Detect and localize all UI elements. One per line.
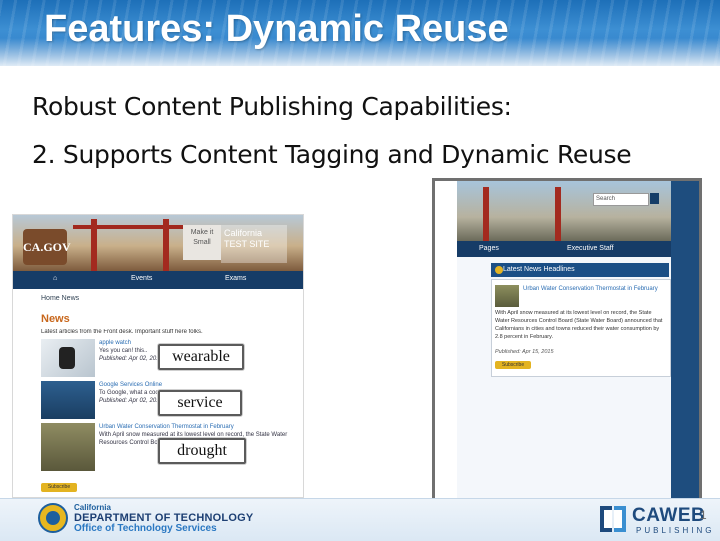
tag-label-service: service bbox=[158, 390, 242, 416]
title-banner: Features: Dynamic Reuse bbox=[0, 0, 720, 66]
tag-label-wearable: wearable bbox=[158, 344, 244, 370]
site-name: California TEST SITE bbox=[221, 225, 287, 263]
bridge-tower bbox=[555, 187, 561, 241]
caweb-brand: CAWEB bbox=[632, 505, 706, 526]
bridge-tower bbox=[91, 219, 97, 271]
make-it-small-box: Make it Small bbox=[183, 225, 221, 260]
tag-label-drought: drought bbox=[158, 438, 246, 464]
watch-image bbox=[59, 347, 75, 369]
seal-center bbox=[46, 511, 60, 525]
ca-gov-logo: CA.GOV bbox=[23, 229, 71, 265]
dept-office: Office of Technology Services bbox=[74, 523, 217, 534]
site-nav-bar: ⌂ Events Exams bbox=[13, 271, 303, 289]
bridge-tower bbox=[163, 219, 169, 271]
list-item-thumbnail bbox=[41, 339, 95, 377]
list-item-thumbnail bbox=[41, 381, 95, 419]
body-line-2: 2. Supports Content Tagging and Dynamic … bbox=[32, 140, 632, 169]
subscribe-button: Subscribe bbox=[41, 483, 77, 492]
dept-state: California bbox=[74, 503, 111, 512]
news-heading: News bbox=[41, 313, 70, 325]
nav-item-pages: Pages bbox=[479, 245, 499, 252]
list-item-thumbnail bbox=[41, 423, 95, 471]
caweb-sub: PUBLISHING bbox=[636, 526, 715, 535]
bridge-tower bbox=[483, 187, 489, 241]
news-intro: Latest articles from the Front desk. Imp… bbox=[41, 329, 203, 335]
body-line-1: Robust Content Publishing Capabilities: bbox=[32, 92, 512, 121]
page-margin bbox=[435, 181, 457, 503]
site-nav-bar: Pages Executive Staff bbox=[457, 241, 671, 257]
breadcrumb: Home News bbox=[41, 295, 80, 302]
news-card-published: Published: Apr 15, 2015 bbox=[495, 349, 554, 355]
nav-item-executive-staff: Executive Staff bbox=[567, 245, 614, 252]
list-item-title: Urban Water Conservation Thermostat in F… bbox=[99, 424, 234, 430]
news-card-title: Urban Water Conservation Thermostat in F… bbox=[523, 286, 658, 292]
news-bullet-icon bbox=[495, 266, 503, 274]
subscribe-button: Subscribe bbox=[495, 361, 531, 369]
nav-item-events: Events bbox=[131, 275, 153, 282]
home-icon: ⌂ bbox=[53, 275, 58, 282]
page-number: 1 bbox=[700, 508, 707, 522]
site-banner-image bbox=[457, 181, 671, 241]
search-input: Search bbox=[593, 193, 649, 206]
latest-news-header: Latest News Headlines bbox=[491, 263, 669, 277]
sidebar-panel bbox=[671, 181, 699, 503]
news-thumbnail bbox=[495, 285, 519, 307]
list-item-title: Google Services Online bbox=[99, 382, 163, 388]
search-icon bbox=[650, 193, 659, 204]
nav-item-exams: Exams bbox=[225, 275, 247, 282]
caweb-logo-icon bbox=[600, 506, 626, 532]
slide-title: Features: Dynamic Reuse bbox=[44, 8, 509, 50]
news-card-text: With April snow measured at its lowest l… bbox=[495, 310, 663, 340]
right-site-screenshot: Search Pages Executive Staff Latest News… bbox=[432, 178, 702, 506]
